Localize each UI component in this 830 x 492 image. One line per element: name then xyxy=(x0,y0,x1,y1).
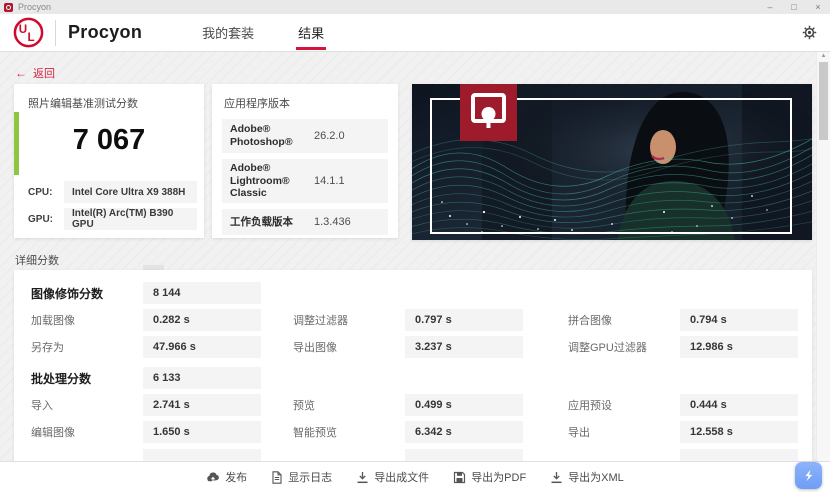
version-row-workload: 工作负载版本 1.3.436 xyxy=(222,209,388,235)
back-arrow-icon: ← xyxy=(15,66,27,80)
minimize-icon[interactable]: – xyxy=(758,0,782,14)
gpu-label: GPU: xyxy=(28,213,53,225)
vertical-scrollbar[interactable]: ▲ xyxy=(816,52,830,461)
cloud-upload-icon xyxy=(207,472,220,482)
gpu-value: Intel(R) Arc(TM) B390 GPU xyxy=(64,208,197,230)
batch-score-row: 批处理分数 6 133 xyxy=(14,367,812,389)
version-row-lightroom: Adobe® Lightroom® Classic 14.1.1 xyxy=(222,159,388,203)
app-versions-title: 应用程序版本 xyxy=(224,98,290,110)
detail-section-title: 详细分数 xyxy=(15,255,59,267)
benchmark-hero-image xyxy=(412,84,812,240)
footer-toolbar: 发布 显示日志 导出成文件 导出为PDF 导出为XML xyxy=(0,461,830,492)
procyon-app-window: Procyon – □ × U L Procyon 我的套装 结果 ← 返回 照… xyxy=(0,0,830,492)
main-nav: 我的套装 结果 xyxy=(200,14,366,51)
log-document-icon xyxy=(272,470,282,484)
save-pdf-icon xyxy=(454,471,466,483)
svg-text:L: L xyxy=(28,31,35,44)
publish-button[interactable]: 发布 xyxy=(206,469,247,485)
export-pdf-button[interactable]: 导出为PDF xyxy=(453,469,526,485)
brand-name: Procyon xyxy=(68,22,143,42)
batch-score-value: 6 133 xyxy=(143,367,261,389)
export-xml-button[interactable]: 导出为XML xyxy=(550,469,624,485)
metric-row: 编辑图像 1.650 s 智能预览 6.342 s 导出 12.558 s xyxy=(14,421,812,443)
brand-divider xyxy=(55,19,56,46)
app-header: U L Procyon 我的套装 结果 xyxy=(0,14,830,52)
floating-widget-button[interactable] xyxy=(795,462,822,489)
results-content: ← 返回 照片编辑基准测试分数 7 067 CPU: Intel Core Ult… xyxy=(0,52,830,461)
metric-row: 另存为 47.966 s 导出图像 3.237 s 调整GPU过滤器 12.986 s xyxy=(14,336,812,358)
svg-text:U: U xyxy=(19,23,27,36)
detailed-scores-card: 图像修饰分数 8 144 加载图像 0.282 s 调整过滤器 0.797 s 拼合… xyxy=(14,270,812,461)
gpu-row: GPU: Intel(R) Arc(TM) B390 GPU xyxy=(14,208,204,230)
tab-results[interactable]: 结果 xyxy=(296,14,327,51)
app-versions-card: 应用程序版本 Adobe® Photoshop® 26.2.0 Adobe® L… xyxy=(212,84,398,238)
maximize-icon[interactable]: □ xyxy=(782,0,806,14)
tab-my-suites[interactable]: 我的套装 xyxy=(200,14,256,51)
retouch-score-row: 图像修饰分数 8 144 xyxy=(14,282,812,304)
export-file-button[interactable]: 导出成文件 xyxy=(356,469,429,485)
window-title: Procyon xyxy=(18,2,52,12)
scroll-up-icon[interactable]: ▲ xyxy=(817,53,830,59)
benchmark-score-card: 照片编辑基准测试分数 7 067 CPU: Intel Core Ultra X… xyxy=(14,84,204,238)
settings-gear-icon[interactable] xyxy=(802,25,817,40)
scrollbar-thumb[interactable] xyxy=(819,62,828,140)
show-log-button[interactable]: 显示日志 xyxy=(271,469,332,485)
widget-s-icon xyxy=(805,469,813,482)
overall-score: 7 067 xyxy=(72,124,146,156)
close-icon[interactable]: × xyxy=(806,0,830,14)
clipped-metric-row: 26.275 12.958 xyxy=(14,448,812,461)
cpu-value: Intel Core Ultra X9 388H xyxy=(64,181,197,203)
cpu-row: CPU: Intel Core Ultra X9 388H xyxy=(14,181,204,203)
version-row-photoshop: Adobe® Photoshop® 26.2.0 xyxy=(222,119,388,153)
window-titlebar: Procyon – □ × xyxy=(0,0,830,14)
back-link[interactable]: ← 返回 xyxy=(15,65,55,81)
retouch-score-value: 8 144 xyxy=(143,282,261,304)
score-card-title: 照片编辑基准测试分数 xyxy=(28,98,138,110)
file-download-icon xyxy=(357,471,368,483)
photo-benchmark-logo xyxy=(460,84,517,141)
metric-row: 加载图像 0.282 s 调整过滤器 0.797 s 拼合图像 0.794 s xyxy=(14,309,812,331)
ul-logo-icon: U L xyxy=(13,17,44,48)
xml-download-icon xyxy=(551,471,562,483)
cpu-label: CPU: xyxy=(28,186,53,198)
score-gauge-bar xyxy=(14,112,19,175)
metric-row: 导入 2.741 s 预览 0.499 s 应用预设 0.444 s xyxy=(14,394,812,416)
app-icon xyxy=(4,2,13,12)
